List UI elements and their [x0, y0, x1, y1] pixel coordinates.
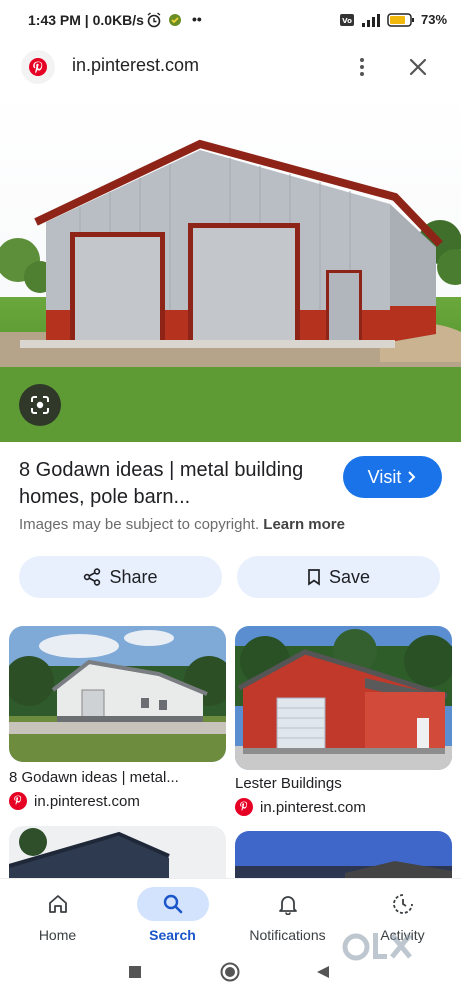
- close-icon[interactable]: [405, 54, 431, 80]
- learn-more-link[interactable]: Learn more: [263, 516, 345, 533]
- activity-icon: [392, 894, 413, 914]
- related-image-2[interactable]: [235, 626, 452, 770]
- url-bar: in.pinterest.com: [0, 42, 461, 92]
- related-source-1[interactable]: in.pinterest.com: [9, 792, 140, 810]
- lens-search-icon[interactable]: [19, 384, 61, 426]
- share-icon: [84, 568, 101, 586]
- back-icon[interactable]: [316, 965, 330, 979]
- share-button[interactable]: Share: [19, 556, 222, 598]
- volte-icon: Vo: [339, 13, 354, 26]
- nav-home-label: Home: [38, 927, 77, 943]
- more-notifications-icon: ••: [192, 11, 202, 27]
- share-label: Share: [109, 566, 158, 587]
- status-time: 1:43 PM | 0.0KB/s: [28, 12, 144, 28]
- copyright-notice: Images may be subject to copyright. Lear…: [19, 516, 345, 533]
- olx-watermark-logo: [342, 933, 412, 961]
- pinterest-icon: [21, 50, 55, 84]
- battery-icon: [387, 12, 414, 27]
- signal-icon: [361, 13, 380, 27]
- related-title-2[interactable]: Lester Buildings: [235, 775, 342, 792]
- svg-text:Vo: Vo: [342, 17, 352, 25]
- save-button[interactable]: Save: [237, 556, 440, 598]
- nav-notifications[interactable]: Notifications: [230, 879, 345, 947]
- main-image[interactable]: [0, 92, 461, 442]
- recent-apps-icon[interactable]: [128, 965, 142, 979]
- bell-icon: [278, 896, 297, 915]
- result-title: 8 Godawn ideas | metal building homes, p…: [19, 459, 304, 508]
- url-text[interactable]: in.pinterest.com: [72, 55, 199, 76]
- alarm-icon: [146, 12, 162, 33]
- pinterest-icon: [9, 792, 27, 810]
- nav-search-label: Search: [149, 927, 196, 943]
- nav-home[interactable]: Home: [0, 879, 115, 947]
- visit-button[interactable]: Visit: [343, 456, 442, 498]
- pinterest-icon: [235, 798, 253, 816]
- more-options-icon[interactable]: [352, 52, 372, 82]
- nav-search[interactable]: Search: [115, 879, 230, 947]
- chevron-right-icon: [408, 471, 416, 483]
- related-image-1[interactable]: [9, 626, 226, 762]
- search-icon: [163, 894, 182, 914]
- battery-percent: 73%: [420, 12, 447, 27]
- nav-notifications-label: Notifications: [249, 927, 326, 943]
- visit-label: Visit: [367, 466, 402, 487]
- home-icon: [48, 895, 67, 913]
- related-image-3[interactable]: [9, 826, 226, 886]
- home-button-icon[interactable]: [220, 962, 240, 982]
- status-bar: 1:43 PM | 0.0KB/s •• Vo 73%: [0, 0, 461, 42]
- related-source-2[interactable]: in.pinterest.com: [235, 798, 366, 816]
- app-notification-icon: [168, 13, 182, 32]
- save-label: Save: [328, 566, 371, 587]
- bookmark-icon: [308, 569, 320, 586]
- related-title-1[interactable]: 8 Godawn ideas | metal...: [9, 769, 179, 786]
